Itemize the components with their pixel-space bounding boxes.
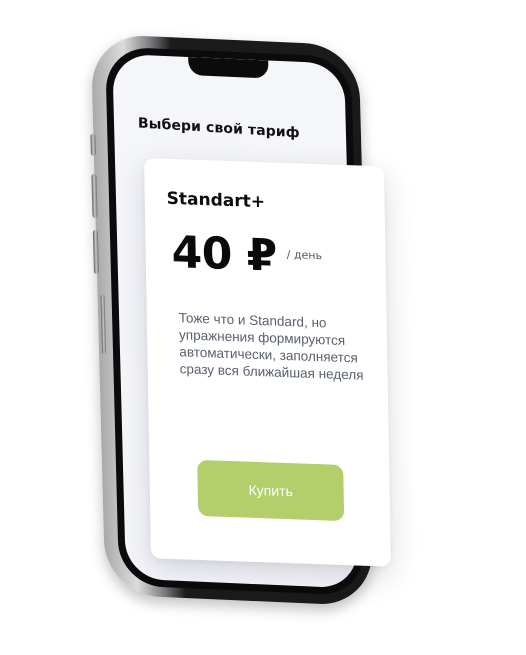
notch [188,56,269,79]
buy-button[interactable]: Купить [197,459,345,522]
price-row: 40 ₽ / день [171,226,323,282]
plan-description: Тоже что и Standard, но упражнения форми… [178,310,364,383]
promo-stage: Выбери свой тариф Standart+ 40 ₽ / день … [0,0,526,655]
plan-name: Standart+ [166,188,266,213]
side-button [100,294,107,355]
screen-title: Выбери свой тариф [137,115,300,142]
tariff-card: Standart+ 40 ₽ / день Тоже что и Standar… [144,158,391,567]
volume-down-button [92,229,99,275]
price-unit: / день [286,247,323,263]
plan-price: 40 ₽ [171,226,278,282]
mute-switch [90,133,96,156]
volume-up-button [91,173,98,219]
